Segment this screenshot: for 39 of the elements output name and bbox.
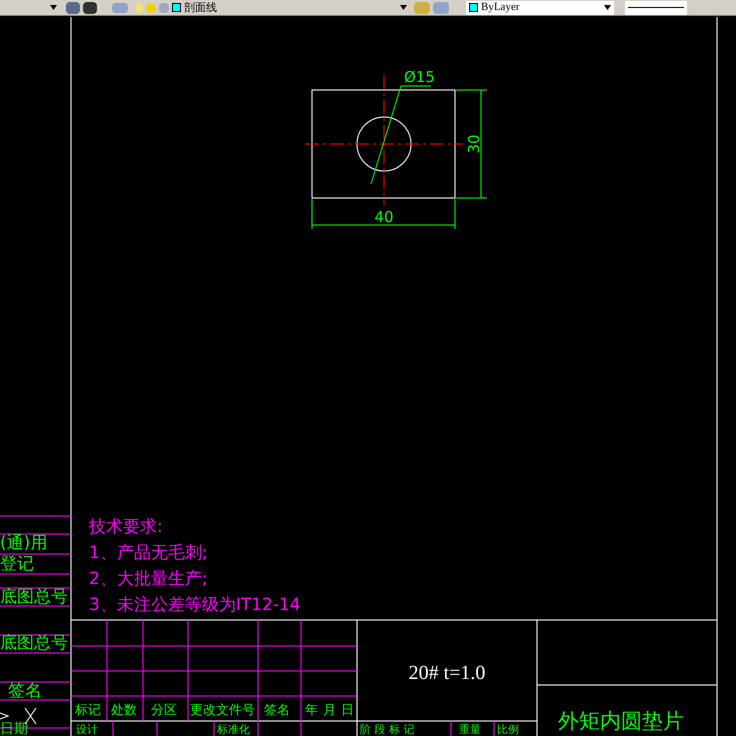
- material-text: 20# t=1.0: [408, 662, 486, 684]
- requirements-title: 技术要求:: [89, 517, 163, 537]
- column-header: 更改文件号: [190, 703, 255, 718]
- layer-dropdown[interactable]: 剖面线: [172, 0, 407, 14]
- strip-label: 底图总号: [0, 633, 68, 653]
- caret-icon: [400, 5, 407, 10]
- column-header: 处数: [111, 703, 137, 718]
- field-label: 重量: [459, 723, 481, 736]
- color-swatch-icon: [172, 3, 181, 12]
- line-sample-icon: [628, 7, 684, 8]
- strip-label: 登记: [0, 554, 34, 574]
- caret-icon: [604, 5, 611, 10]
- part-name: 外矩内圆垫片: [558, 709, 684, 733]
- column-header: 日: [341, 703, 354, 718]
- field-label: 设计: [76, 723, 98, 736]
- field-label: 阶 段 标 记: [360, 723, 414, 736]
- requirement-item: 1、产品无毛刺;: [89, 543, 208, 563]
- column-header: 标记: [75, 703, 101, 718]
- layer-name: 剖面线: [184, 2, 217, 13]
- strip-label: 签名: [8, 681, 42, 701]
- field-label: 比例: [497, 723, 519, 736]
- strip-label: (通)用: [0, 533, 48, 553]
- color-swatch-icon: [469, 3, 478, 12]
- column-header: 签名: [264, 703, 290, 718]
- linetype-dropdown[interactable]: [625, 0, 687, 14]
- column-header: 分区: [151, 703, 177, 718]
- strip-label: 底图总号: [0, 587, 68, 607]
- color-dropdown[interactable]: ByLayer: [466, 0, 614, 14]
- hole-outline: [356, 116, 412, 172]
- caret-icon[interactable]: [50, 5, 57, 10]
- column-header: 月: [323, 703, 336, 718]
- dimension-text: Ø15: [404, 68, 435, 86]
- requirement-item: 2、大批量生产;: [89, 569, 208, 589]
- field-label: 标准化: [217, 723, 250, 736]
- column-header: 年: [305, 703, 318, 718]
- dimension-text: 30: [465, 134, 483, 154]
- dimension-text: 40: [374, 208, 394, 226]
- requirement-item: 3、未注公差等级为IT12-14: [89, 595, 301, 615]
- color-name: ByLayer: [481, 2, 520, 13]
